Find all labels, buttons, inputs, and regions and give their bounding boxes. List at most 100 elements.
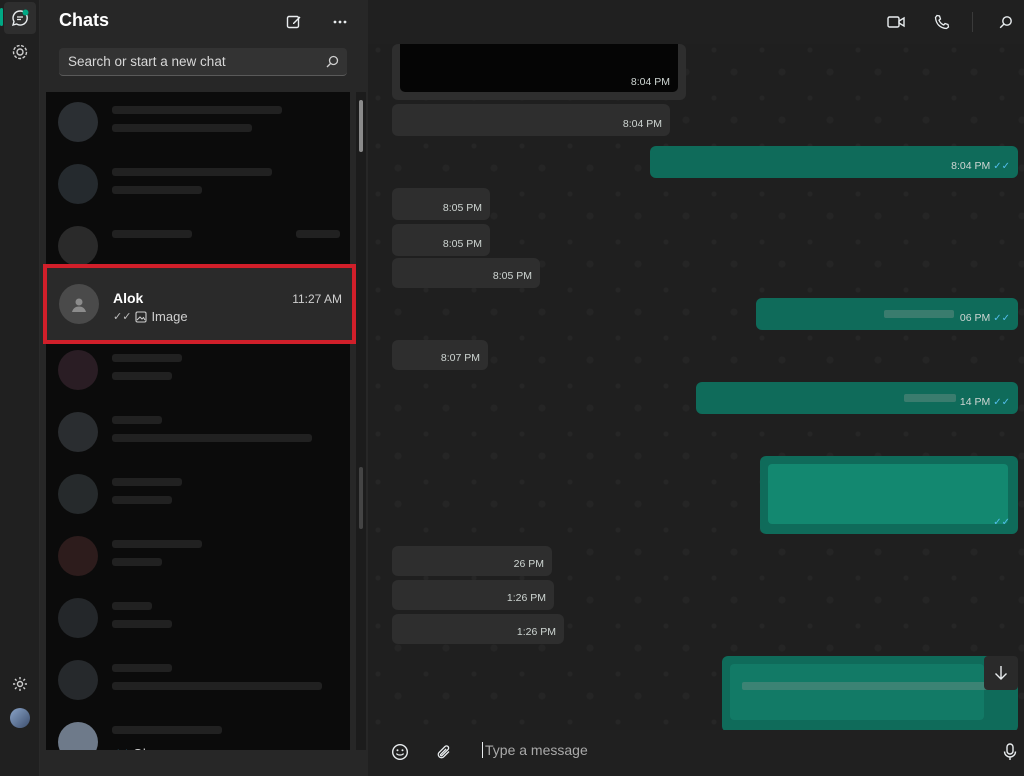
avatar <box>58 164 98 204</box>
ellipsis-icon <box>333 20 347 24</box>
message-input[interactable]: Type a message <box>482 742 588 758</box>
video-call-button[interactable] <box>884 10 908 34</box>
gear-icon <box>13 677 27 691</box>
read-ticks-icon: ✓✓ <box>993 396 1010 408</box>
message-time: 8:05 PM <box>442 238 482 250</box>
message-time: 8:04 PM ✓✓ <box>951 160 1010 172</box>
message-out[interactable]: 06 PM ✓✓ <box>756 298 1018 330</box>
settings-nav-button[interactable] <box>4 668 36 700</box>
card-preview <box>768 464 1008 524</box>
message-in[interactable]: 8:05 PM <box>392 258 540 288</box>
list-item[interactable]: ✓✓ Ok <box>46 712 350 750</box>
header-divider <box>972 12 973 32</box>
compose-icon <box>286 15 301 29</box>
new-chat-button[interactable] <box>282 10 306 34</box>
message-in[interactable]: 26 PM <box>392 546 552 576</box>
avatar <box>58 226 98 266</box>
message-time: 26 PM <box>513 558 544 570</box>
video-icon <box>887 16 905 28</box>
message-in[interactable]: 8:05 PM <box>392 188 490 220</box>
chat-list[interactable]: ✓✓ Ok <box>46 92 350 750</box>
message-in[interactable]: 8:04 PM <box>392 104 670 136</box>
attach-button[interactable] <box>432 740 456 764</box>
paperclip-icon <box>437 745 450 759</box>
scrollbar-thumb-secondary <box>359 467 363 529</box>
search-icon <box>999 16 1012 29</box>
avatar <box>58 350 98 390</box>
redaction <box>904 394 956 402</box>
message-in[interactable]: 8:07 PM <box>392 340 488 370</box>
search-placeholder: Search or start a new chat <box>68 54 226 69</box>
voice-call-button[interactable] <box>930 10 954 34</box>
scroll-to-bottom-button[interactable] <box>984 656 1018 690</box>
chat-list-panel: Chats Search or start a new chat <box>40 0 368 776</box>
message-time: 06 PM ✓✓ <box>959 312 1010 324</box>
message-time: 1:26 PM <box>506 592 546 604</box>
active-indicator <box>0 8 3 26</box>
message-time: 8:07 PM <box>440 352 480 364</box>
page-title: Chats <box>59 10 110 30</box>
avatar <box>58 474 98 514</box>
message-time: 1:26 PM <box>516 626 556 638</box>
chats-icon <box>11 9 29 27</box>
list-item[interactable] <box>46 526 350 588</box>
microphone-icon <box>1003 743 1017 760</box>
avatar <box>10 708 30 728</box>
search-icon <box>326 55 339 68</box>
phone-icon <box>934 14 950 30</box>
avatar <box>58 660 98 700</box>
chat-list-scrollbar[interactable] <box>356 92 366 750</box>
redaction <box>884 310 954 318</box>
message-time: 8:04 PM <box>622 118 662 130</box>
message-out[interactable]: 8:04 PM ✓✓ <box>650 146 1018 178</box>
read-ticks-icon: ✓✓ <box>993 517 1010 528</box>
chat-list-header: Chats <box>40 0 368 44</box>
left-rail <box>0 0 40 776</box>
message-composer: Type a message <box>368 730 1024 776</box>
message-time: 14 PM ✓✓ <box>959 396 1010 408</box>
read-ticks-icon: ✓✓ <box>993 160 1010 172</box>
avatar <box>58 412 98 452</box>
message-in[interactable]: 1:26 PM <box>392 614 564 644</box>
profile-nav-button[interactable] <box>4 702 36 734</box>
highlight-box <box>43 264 356 344</box>
conversation-pane: 8:04 PM 8:04 PM 8:04 PM ✓✓ 8:05 PM 8:05 P… <box>368 0 1024 776</box>
status-icon <box>12 44 28 60</box>
avatar <box>58 722 98 750</box>
message-time: ✓✓ <box>993 517 1010 528</box>
search-input[interactable]: Search or start a new chat <box>59 48 347 76</box>
read-ticks-icon: ✓✓ <box>993 312 1010 324</box>
avatar <box>58 536 98 576</box>
avatar <box>58 598 98 638</box>
message-in[interactable]: 8:05 PM <box>392 224 490 256</box>
arrow-down-icon <box>995 666 1007 680</box>
list-item[interactable] <box>46 464 350 526</box>
message-out[interactable]: 14 PM ✓✓ <box>696 382 1018 414</box>
card-preview <box>730 664 984 720</box>
chat-preview: ✓✓ Ok <box>112 746 149 750</box>
search-chat-button[interactable] <box>994 10 1018 34</box>
list-item[interactable] <box>46 588 350 650</box>
avatar <box>58 102 98 142</box>
message-time: 8:05 PM <box>442 202 482 214</box>
redaction <box>742 682 1002 690</box>
conversation-header <box>368 0 1024 44</box>
more-options-button[interactable] <box>328 10 352 34</box>
list-item[interactable] <box>46 402 350 464</box>
double-check-icon: ✓✓ <box>112 748 129 750</box>
message-card-out[interactable] <box>722 656 1018 732</box>
message-time: 8:05 PM <box>492 270 532 282</box>
message-time: 8:04 PM <box>630 76 670 88</box>
message-in[interactable]: 1:26 PM <box>392 580 554 610</box>
list-item[interactable] <box>46 340 350 402</box>
message-card-out[interactable]: ✓✓ <box>760 456 1018 534</box>
voice-message-button[interactable] <box>998 740 1022 764</box>
list-item[interactable] <box>46 650 350 712</box>
list-item[interactable] <box>46 154 350 216</box>
chats-nav-button[interactable] <box>4 2 36 34</box>
message-image-in[interactable]: 8:04 PM <box>392 44 686 100</box>
emoji-button[interactable] <box>388 740 412 764</box>
status-nav-button[interactable] <box>4 36 36 68</box>
scrollbar-thumb[interactable] <box>359 100 363 152</box>
list-item[interactable] <box>46 92 350 154</box>
